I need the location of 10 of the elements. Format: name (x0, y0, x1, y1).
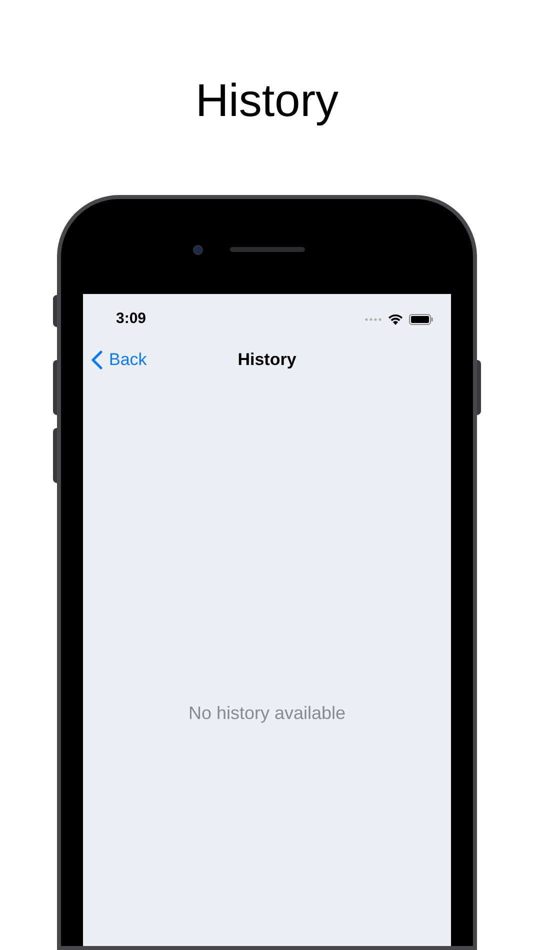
page-title: History (195, 73, 339, 128)
back-button[interactable]: Back (91, 347, 147, 373)
nav-title: History (238, 349, 296, 372)
battery-icon (409, 314, 433, 324)
status-time: 3:09 (116, 308, 146, 329)
camera-icon (193, 245, 203, 255)
wifi-icon (388, 314, 403, 324)
empty-state-message: No history available (187, 702, 347, 725)
chevron-left-icon (91, 350, 103, 370)
signal-icon (365, 318, 382, 320)
